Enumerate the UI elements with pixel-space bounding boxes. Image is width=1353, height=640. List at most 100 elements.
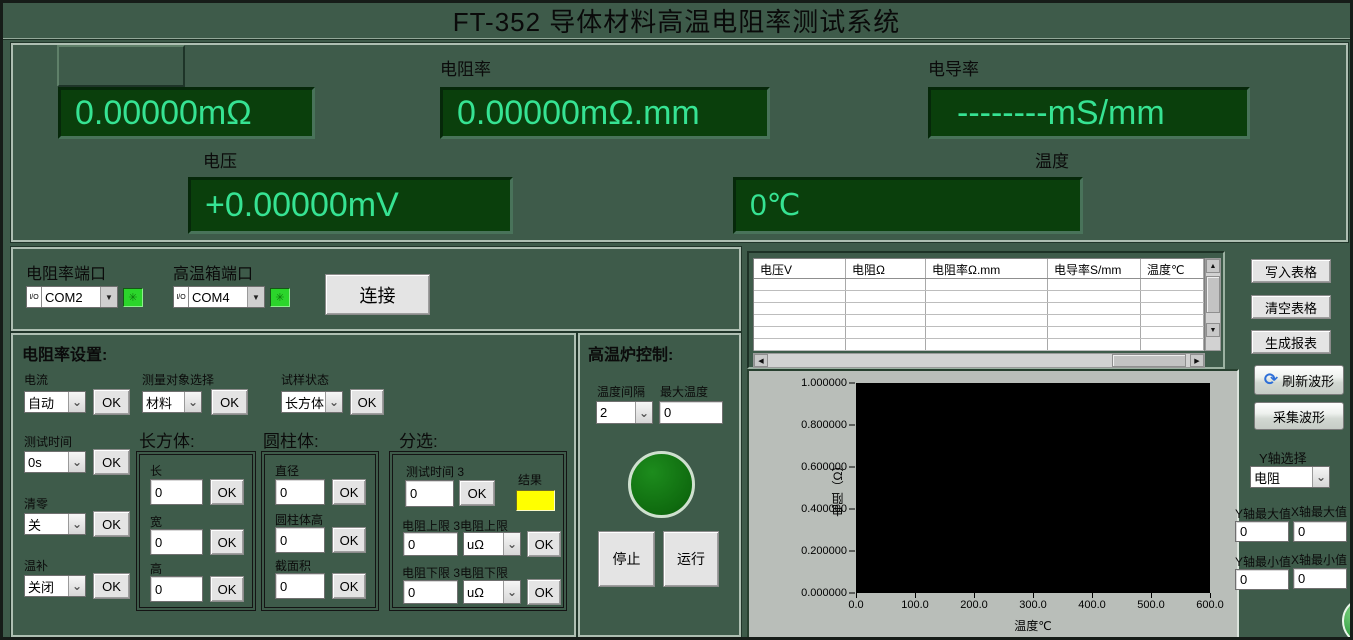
table-cell <box>926 279 1048 290</box>
resistivity-port-combo[interactable]: I/O COM2 ▼ <box>26 286 118 308</box>
test-time-combo[interactable]: 0s ⌄ <box>24 451 86 473</box>
y-axis-select-value: 电阻 <box>1251 467 1312 487</box>
x-min-field[interactable]: 0 <box>1293 568 1347 589</box>
cylinder-height-ok-button[interactable]: OK <box>332 527 366 553</box>
cylinder-height-label: 圆柱体高 <box>275 511 323 528</box>
result-label: 结果 <box>518 471 542 488</box>
overlay-badge[interactable]: 4 <box>1342 597 1353 640</box>
resistance-display: 0.00000mΩ <box>58 87 315 139</box>
sample-state-combo[interactable]: 长方体 ⌄ <box>281 391 343 413</box>
table-cell <box>926 303 1048 314</box>
scroll-left-button[interactable]: ◀ <box>754 354 768 367</box>
clear-table-button[interactable]: 清空表格 <box>1251 295 1331 319</box>
test-time-ok-button[interactable]: OK <box>93 449 130 475</box>
sorting-test-time-ok-button[interactable]: OK <box>459 480 495 506</box>
cylinder-area-field[interactable]: 0 <box>275 573 325 599</box>
oven-port-combo[interactable]: I/O COM4 ▼ <box>173 286 265 308</box>
sorting-test-time-label: 测试时间 3 <box>406 463 464 480</box>
cuboid-length-field[interactable]: 0 <box>150 479 203 505</box>
zeroing-value: 关 <box>25 514 68 534</box>
table-horizontal-scrollbar[interactable]: ◀ ▶ <box>753 353 1205 368</box>
current-ok-button[interactable]: OK <box>93 389 130 415</box>
stop-button[interactable]: 停止 <box>598 531 655 587</box>
app-window: FT-352 导体材料高温电阻率测试系统 0.00000mΩ 电阻率 0.000… <box>0 0 1353 640</box>
zeroing-ok-button[interactable]: OK <box>93 511 130 537</box>
measure-object-label: 测量对象选择 <box>142 371 214 388</box>
y-tick-mark <box>849 509 855 510</box>
table-body <box>754 279 1204 351</box>
horizontal-scroll-thumb[interactable] <box>1112 354 1186 367</box>
x-max-field[interactable]: 0 <box>1293 521 1347 542</box>
upper-limit-unit: uΩ <box>464 533 503 555</box>
lower-limit-ok-button[interactable]: OK <box>527 579 561 605</box>
cylinder-title: 圆柱体: <box>263 427 319 452</box>
sorting-test-time-field[interactable]: 0 <box>405 480 454 507</box>
measure-object-ok-button[interactable]: OK <box>211 389 248 415</box>
table-row <box>754 339 1204 351</box>
cuboid-length-ok-button[interactable]: OK <box>210 479 244 505</box>
y-max-field[interactable]: 0 <box>1235 521 1289 542</box>
cuboid-width-field[interactable]: 0 <box>150 529 203 555</box>
y-min-label: Y轴最小值 <box>1235 553 1291 570</box>
scroll-up-button[interactable]: ▲ <box>1206 259 1220 273</box>
upper-limit-field[interactable]: 0 <box>403 532 458 556</box>
table-header-cell: 电阻Ω <box>846 259 926 278</box>
run-button[interactable]: 运行 <box>663 531 719 587</box>
conductivity-label: 电导率 <box>928 55 979 80</box>
scroll-right-button[interactable]: ▶ <box>1190 354 1204 367</box>
temp-comp-value: 关闭 <box>25 576 68 596</box>
cuboid-width-ok-button[interactable]: OK <box>210 529 244 555</box>
table-cell <box>846 279 926 290</box>
led-star-icon: ✳ <box>275 291 284 304</box>
resistivity-port-led-button[interactable]: ✳ <box>123 288 143 307</box>
y-tick-mark <box>849 467 855 468</box>
interval-combo[interactable]: 2 ⌄ <box>596 401 653 424</box>
cylinder-height-field[interactable]: 0 <box>275 527 325 553</box>
furnace-led-indicator <box>628 451 695 518</box>
max-temp-field[interactable]: 0 <box>659 401 723 424</box>
y-tick-label: 1.000000 <box>761 377 847 389</box>
y-tick-mark <box>849 593 855 594</box>
chart-plot-area <box>856 383 1210 593</box>
y-min-field[interactable]: 0 <box>1235 569 1289 590</box>
zeroing-combo[interactable]: 关 ⌄ <box>24 513 86 535</box>
y-axis-select-combo[interactable]: 电阻 ⌄ <box>1250 466 1330 488</box>
scroll-down-button[interactable]: ▼ <box>1206 323 1220 337</box>
connect-button[interactable]: 连接 <box>325 274 430 315</box>
empty-indicator <box>57 45 185 87</box>
temp-comp-ok-button[interactable]: OK <box>93 573 130 599</box>
temp-comp-combo[interactable]: 关闭 ⌄ <box>24 575 86 597</box>
lower-limit-field[interactable]: 0 <box>403 580 458 604</box>
cylinder-diameter-ok-button[interactable]: OK <box>332 479 366 505</box>
x-tick-label: 300.0 <box>1019 599 1047 611</box>
table-cell <box>754 339 846 350</box>
current-value: 自动 <box>25 392 68 412</box>
x-tick-label: 200.0 <box>960 599 988 611</box>
measure-object-combo[interactable]: 材料 ⌄ <box>142 391 202 413</box>
capture-wave-button[interactable]: 采集波形 <box>1254 402 1344 430</box>
cylinder-area-ok-button[interactable]: OK <box>332 573 366 599</box>
table-cell <box>1048 291 1141 302</box>
y-tick-mark <box>849 383 855 384</box>
report-button[interactable]: 生成报表 <box>1251 330 1331 354</box>
oven-port-led-button[interactable]: ✳ <box>270 288 290 307</box>
table-cell <box>1141 315 1204 326</box>
sample-state-ok-button[interactable]: OK <box>350 389 384 415</box>
dropdown-arrow-icon: ▼ <box>100 287 117 307</box>
refresh-wave-button[interactable]: ⟳ 刷新波形 <box>1254 365 1344 395</box>
cylinder-diameter-field[interactable]: 0 <box>275 479 325 505</box>
cuboid-height-ok-button[interactable]: OK <box>210 576 244 602</box>
table-vertical-scrollbar[interactable]: ▲ ▼ <box>1205 258 1221 351</box>
upper-limit-unit-combo[interactable]: uΩ ⌄ <box>463 532 521 556</box>
chevron-down-icon: ⌄ <box>68 392 85 412</box>
write-table-button[interactable]: 写入表格 <box>1251 259 1331 283</box>
cuboid-height-field[interactable]: 0 <box>150 576 203 602</box>
current-combo[interactable]: 自动 ⌄ <box>24 391 86 413</box>
table-cell <box>926 291 1048 302</box>
vertical-scroll-thumb[interactable] <box>1206 276 1220 313</box>
upper-limit-ok-button[interactable]: OK <box>527 531 561 557</box>
table-cell <box>846 339 926 350</box>
cuboid-width-label: 宽 <box>150 513 162 530</box>
table-cell <box>1141 303 1204 314</box>
lower-limit-unit-combo[interactable]: uΩ ⌄ <box>463 580 521 604</box>
